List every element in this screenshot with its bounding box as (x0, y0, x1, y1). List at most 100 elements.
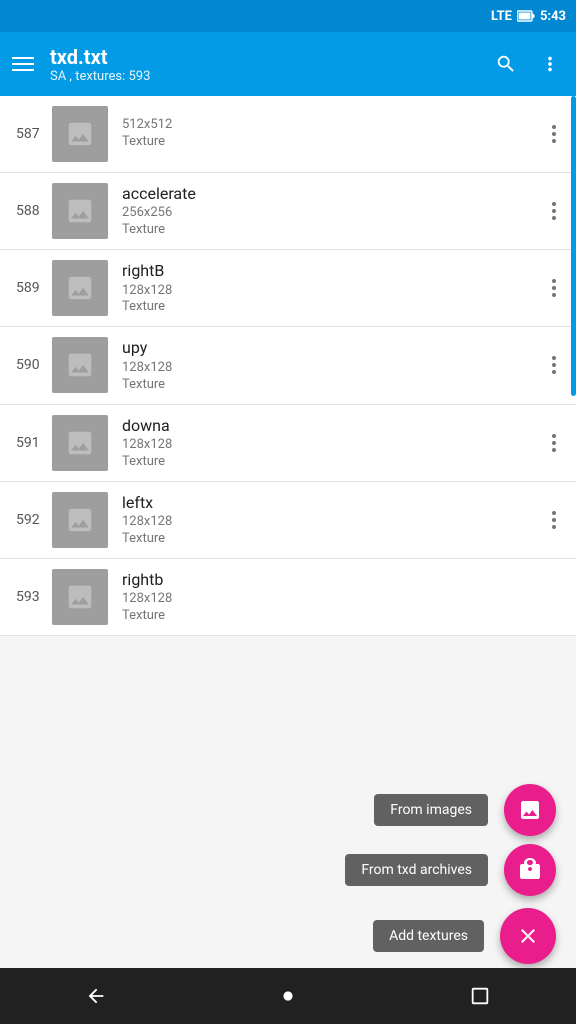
item-index: 588 (16, 203, 52, 219)
dot (552, 448, 556, 452)
item-info: leftx 128x128 Texture (122, 492, 548, 548)
menu-button[interactable] (12, 57, 34, 71)
list-item[interactable]: 590 upy 128x128 Texture (0, 327, 576, 404)
dot (552, 518, 556, 522)
home-button[interactable] (268, 976, 308, 1016)
image-placeholder-icon (65, 196, 95, 226)
dot (552, 525, 556, 529)
item-type: Texture (122, 377, 548, 394)
more-vert-icon (539, 53, 561, 75)
item-type: Texture (122, 134, 548, 151)
list-item[interactable]: 588 accelerate 256x256 Texture (0, 173, 576, 250)
list-item[interactable]: 593 rightb 128x128 Texture (0, 559, 576, 636)
item-type: Texture (122, 222, 548, 239)
item-index: 591 (16, 435, 52, 451)
item-size: 128x128 (122, 360, 548, 377)
item-type: Texture (122, 299, 548, 316)
item-name: upy (122, 337, 548, 359)
item-size: 128x128 (122, 591, 560, 608)
dot (552, 434, 556, 438)
item-name: rightB (122, 260, 548, 282)
dot (552, 132, 556, 136)
item-size: 128x128 (122, 514, 548, 531)
from-images-row: From images (374, 784, 576, 836)
fab-area: From images From txd archives Add textur… (345, 784, 576, 964)
item-type: Texture (122, 608, 560, 625)
recent-icon (469, 985, 491, 1007)
app-title: txd.txt (50, 45, 476, 69)
item-size: 256x256 (122, 205, 548, 222)
scroll-indicator (571, 96, 576, 396)
hamburger-line-3 (12, 69, 34, 71)
item-name: accelerate (122, 183, 548, 205)
status-bar: LTE 5:43 (0, 0, 576, 32)
search-icon (495, 53, 517, 75)
dot (552, 286, 556, 290)
item-info: downa 128x128 Texture (122, 415, 548, 471)
dot (552, 279, 556, 283)
close-fab-button[interactable] (500, 908, 556, 964)
back-button[interactable] (76, 976, 116, 1016)
list-item[interactable]: 589 rightB 128x128 Texture (0, 250, 576, 327)
dot (552, 209, 556, 213)
dot (552, 293, 556, 297)
item-info: rightB 128x128 Texture (122, 260, 548, 316)
list-item[interactable]: 592 leftx 128x128 Texture (0, 482, 576, 559)
item-index: 592 (16, 512, 52, 528)
app-bar: txd.txt SA , textures: 593 (0, 32, 576, 96)
search-button[interactable] (492, 50, 520, 78)
image-placeholder-icon (65, 582, 95, 612)
item-index: 589 (16, 280, 52, 296)
item-thumbnail (52, 569, 108, 625)
add-textures-label: Add textures (373, 920, 484, 952)
dot (552, 511, 556, 515)
item-more-button[interactable] (548, 121, 560, 147)
battery-icon (517, 10, 535, 22)
item-more-button[interactable] (548, 198, 560, 224)
dot (552, 216, 556, 220)
item-name: rightb (122, 569, 560, 591)
app-bar-actions (492, 50, 564, 78)
item-thumbnail (52, 337, 108, 393)
image-icon (518, 798, 542, 822)
item-info: rightb 128x128 Texture (122, 569, 560, 625)
status-icons: LTE 5:43 (491, 9, 566, 24)
item-index: 593 (16, 589, 52, 605)
item-thumbnail (52, 260, 108, 316)
add-textures-row: Add textures (373, 908, 576, 964)
signal-indicator: LTE (491, 9, 512, 24)
item-info: accelerate 256x256 Texture (122, 183, 548, 239)
image-placeholder-icon (65, 428, 95, 458)
item-thumbnail (52, 106, 108, 162)
item-more-button[interactable] (548, 352, 560, 378)
item-info: 512x512 Texture (122, 117, 548, 151)
app-bar-title-area: txd.txt SA , textures: 593 (50, 45, 476, 84)
dot (552, 363, 556, 367)
item-name: downa (122, 415, 548, 437)
item-index: 587 (16, 126, 52, 142)
item-more-button[interactable] (548, 275, 560, 301)
image-placeholder-icon (65, 119, 95, 149)
list-item[interactable]: 591 downa 128x128 Texture (0, 405, 576, 482)
hamburger-line-1 (12, 57, 34, 59)
dot (552, 125, 556, 129)
texture-list: 587 512x512 Texture 588 accelerate 256x2… (0, 96, 576, 636)
item-type: Texture (122, 531, 548, 548)
item-thumbnail (52, 183, 108, 239)
from-images-label: From images (374, 794, 488, 826)
home-icon (277, 985, 299, 1007)
item-more-button[interactable] (548, 430, 560, 456)
recent-apps-button[interactable] (460, 976, 500, 1016)
from-images-button[interactable] (504, 784, 556, 836)
item-thumbnail (52, 492, 108, 548)
item-more-button[interactable] (548, 507, 560, 533)
dot (552, 370, 556, 374)
dot (552, 441, 556, 445)
from-archives-button[interactable] (504, 844, 556, 896)
dot (552, 139, 556, 143)
more-options-button[interactable] (536, 50, 564, 78)
item-index: 590 (16, 357, 52, 373)
item-size: 512x512 (122, 117, 548, 134)
list-item[interactable]: 587 512x512 Texture (0, 96, 576, 173)
from-archives-row: From txd archives (345, 844, 576, 896)
